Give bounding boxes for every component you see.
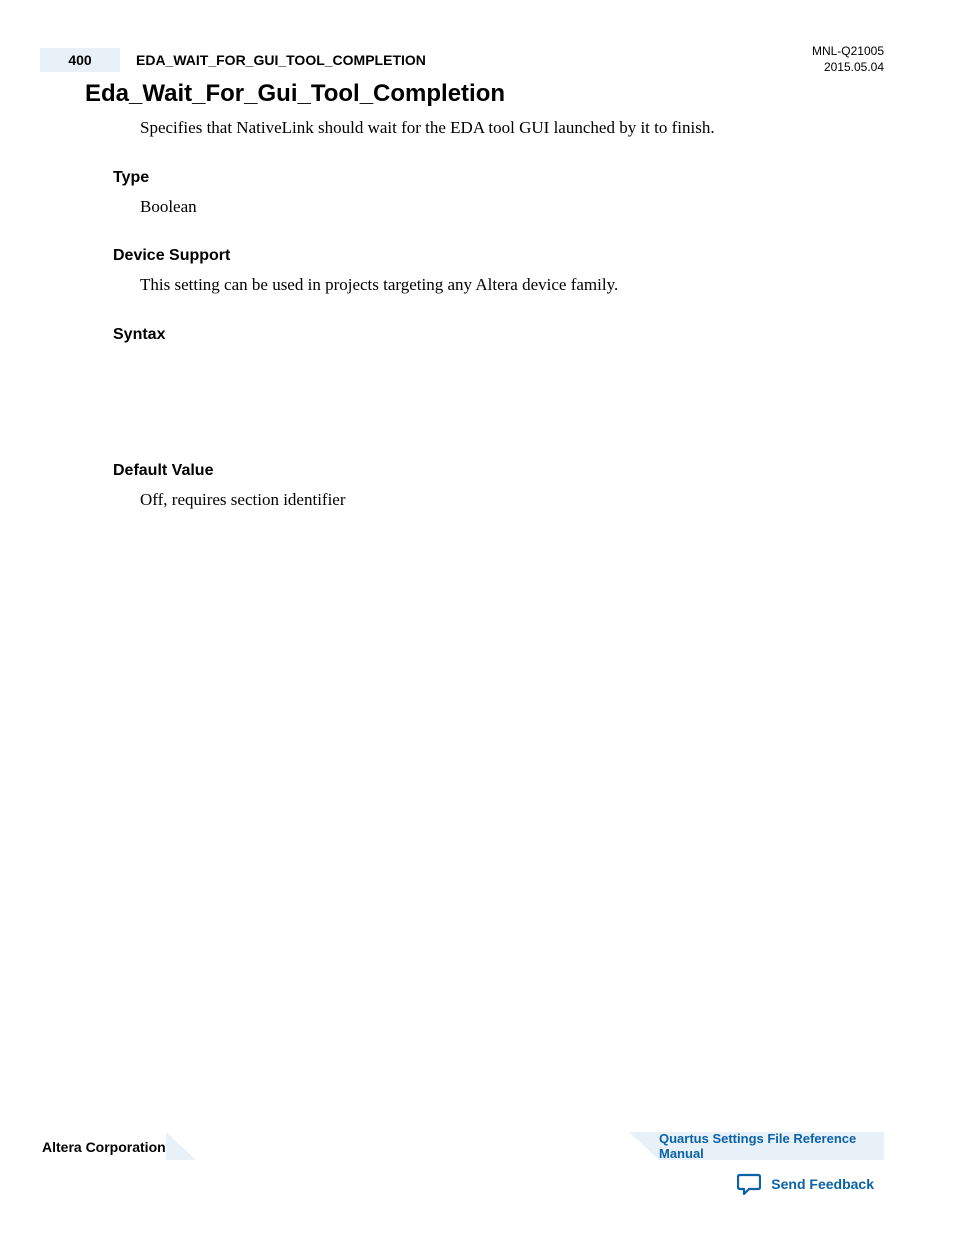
document-metadata: MNL-Q21005 2015.05.04 bbox=[812, 44, 884, 75]
section-body-default-value: Off, requires section identifier bbox=[140, 488, 884, 513]
page-footer: Altera Corporation Quartus Settings File… bbox=[0, 1085, 954, 1195]
document-page: 400 EDA_WAIT_FOR_GUI_TOOL_COMPLETION MNL… bbox=[0, 0, 954, 1235]
footer-decoration-right bbox=[629, 1132, 659, 1160]
document-date: 2015.05.04 bbox=[812, 60, 884, 76]
section-heading-default-value: Default Value bbox=[113, 462, 884, 480]
footer-manual-link-bg: Quartus Settings File Reference Manual bbox=[659, 1132, 884, 1160]
speech-bubble-icon bbox=[737, 1173, 761, 1195]
intro-paragraph: Specifies that NativeLink should wait fo… bbox=[140, 116, 884, 141]
main-content: Eda_Wait_For_Gui_Tool_Completion Specifi… bbox=[85, 80, 884, 513]
footer-decoration-left bbox=[166, 1132, 196, 1160]
manual-reference-link[interactable]: Quartus Settings File Reference Manual bbox=[659, 1131, 874, 1161]
section-heading-syntax: Syntax bbox=[113, 326, 884, 344]
section-heading-type: Type bbox=[113, 169, 884, 187]
page-number-badge: 400 bbox=[40, 48, 120, 72]
page-number: 400 bbox=[68, 52, 91, 68]
section-body-type: Boolean bbox=[140, 195, 884, 220]
page-header: 400 EDA_WAIT_FOR_GUI_TOOL_COMPLETION MNL… bbox=[0, 42, 954, 74]
document-id: MNL-Q21005 bbox=[812, 44, 884, 60]
page-title: Eda_Wait_For_Gui_Tool_Completion bbox=[85, 80, 884, 108]
send-feedback-button[interactable]: Send Feedback bbox=[737, 1173, 874, 1195]
running-header-title: EDA_WAIT_FOR_GUI_TOOL_COMPLETION bbox=[136, 52, 426, 68]
section-heading-device-support: Device Support bbox=[113, 247, 884, 265]
send-feedback-label: Send Feedback bbox=[771, 1176, 874, 1192]
section-body-device-support: This setting can be used in projects tar… bbox=[140, 273, 884, 298]
footer-corporation: Altera Corporation bbox=[42, 1139, 166, 1155]
syntax-body-empty bbox=[85, 344, 884, 434]
